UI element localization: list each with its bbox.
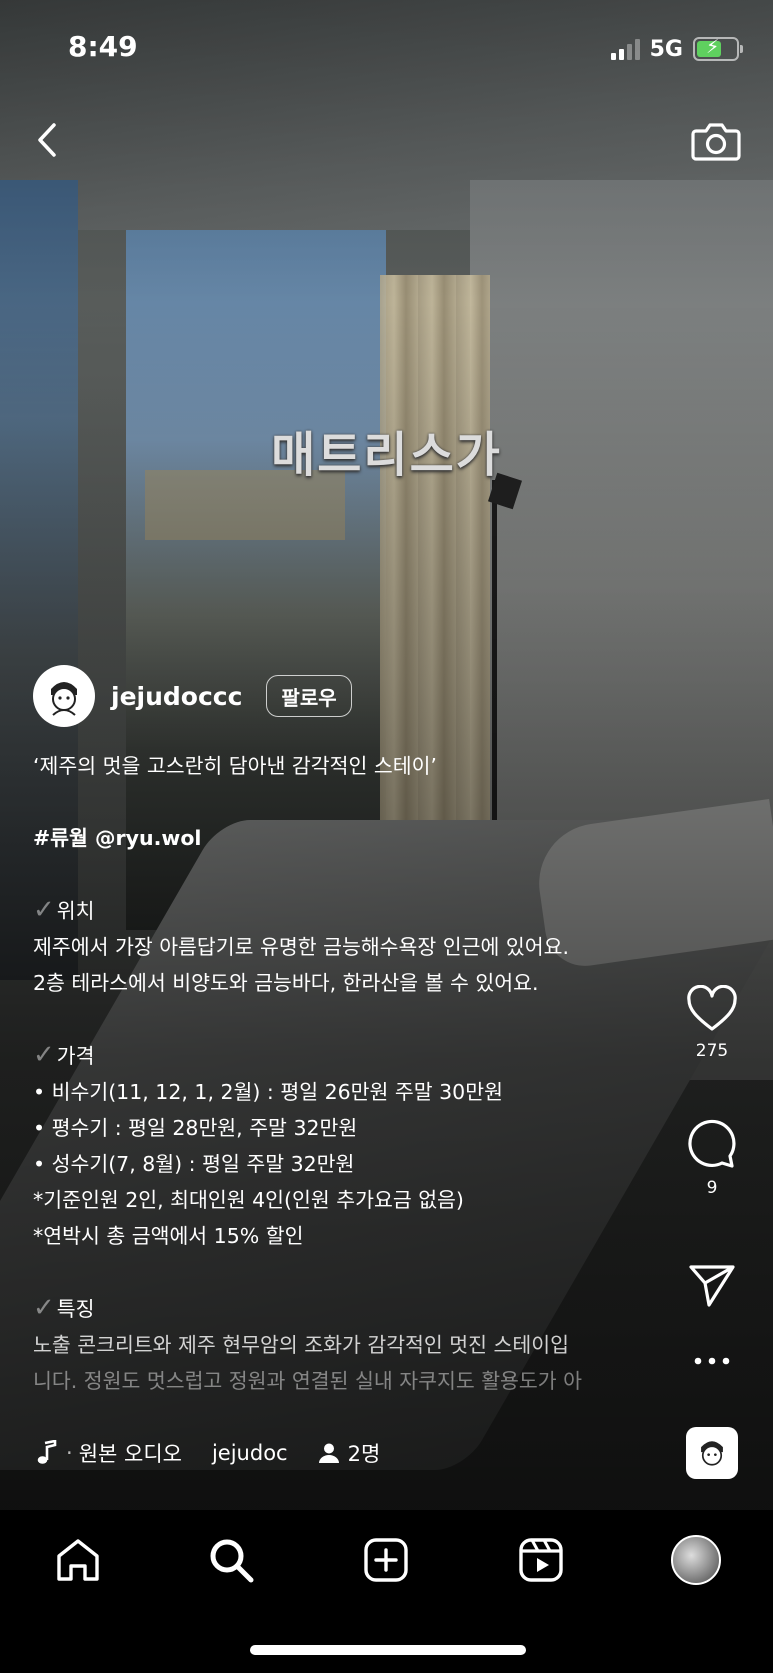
music-note-icon [37, 1440, 57, 1464]
more-button[interactable] [672, 1355, 752, 1367]
search-icon [210, 1539, 254, 1583]
caption[interactable]: ‘제주의 멋을 고스란히 담아낸 감각적인 스테이’ #류월 @ryu.wol … [33, 748, 633, 1399]
paper-plane-icon [689, 1265, 735, 1307]
nav-home[interactable] [50, 1532, 106, 1588]
chevron-left-icon [38, 123, 56, 157]
tagged-people[interactable]: 2명 [318, 1438, 381, 1468]
caption-feature-line: 니다. 정원도 멋스럽고 정원과 연결된 실내 자쿠지도 활용도가 아 [33, 1369, 583, 1393]
caption-price-item: • 비수기(11, 12, 1, 2월) : 평일 26만원 주말 30만원 [33, 1080, 503, 1104]
comment-count[interactable]: 9 [707, 1178, 718, 1198]
more-icon [694, 1357, 730, 1365]
author-username[interactable]: jejudoccc [111, 682, 242, 711]
avatar-illustration-icon [51, 682, 77, 716]
camera-button[interactable] [690, 115, 742, 167]
nav-create[interactable] [358, 1532, 414, 1588]
caption-price-item: • 성수기(7, 8월) : 평일 주말 32만원 [33, 1152, 355, 1176]
person-icon [318, 1443, 339, 1463]
heart-icon [687, 985, 737, 1031]
comment-button[interactable]: 9 [672, 1118, 752, 1198]
follow-button[interactable]: 팔로우 [266, 675, 352, 717]
back-button[interactable] [30, 115, 70, 165]
checkmark-icon: ✓ [33, 895, 55, 925]
checkmark-icon: ✓ [33, 1040, 55, 1070]
caption-feature-heading: ✓특징 [33, 1293, 95, 1323]
comment-icon [688, 1119, 736, 1168]
plus-square-icon [364, 1538, 408, 1582]
like-button[interactable]: 275 [672, 985, 752, 1061]
share-button[interactable] [672, 1263, 752, 1309]
audio-username[interactable]: jejudoc [212, 1441, 288, 1465]
home-icon [57, 1539, 99, 1581]
caption-tagline: ‘제주의 멋을 고스란히 담아낸 감각적인 스테이’ [33, 754, 437, 778]
home-indicator [250, 1645, 526, 1655]
nav-search[interactable] [203, 1532, 259, 1588]
reel-screen: 8:49 5G ⚡ 매트리스가 jejudoccc 팔로우 ‘제주의 멋을 고스… [0, 0, 773, 1673]
network-label: 5G [649, 36, 683, 62]
caption-tags[interactable]: #류월 @ryu.wol [33, 820, 633, 856]
audio-thumbnail[interactable] [686, 1427, 738, 1479]
camera-icon [691, 123, 741, 161]
caption-location-heading: ✓위치 [33, 895, 95, 925]
audio-row[interactable]: · 원본 오디오 jejudoc 2명 [36, 1438, 380, 1468]
author-row: jejudoccc 팔로우 [33, 665, 352, 727]
caption-location-line: 2층 테라스에서 비양도와 금능바다, 한라산을 볼 수 있어요. [33, 971, 539, 995]
audio-label[interactable]: 원본 오디오 [79, 1438, 182, 1468]
audio-separator: · [66, 1441, 73, 1465]
nav-profile[interactable] [668, 1532, 724, 1588]
status-indicators: 5G ⚡ [610, 34, 743, 64]
audio-avatar-icon [701, 1441, 723, 1466]
tagged-people-count: 2명 [347, 1442, 381, 1466]
author-avatar[interactable] [33, 665, 95, 727]
caption-price-note: *기준인원 2인, 최대인원 4인(인원 추가요금 없음) [33, 1188, 464, 1212]
caption-location-line: 제주에서 가장 아름답기로 유명한 금능해수욕장 인근에 있어요. [33, 935, 569, 959]
caption-price-note: *연박시 총 금액에서 15% 할인 [33, 1224, 304, 1248]
video-overlay-text: 매트리스가 [271, 427, 502, 483]
reels-icon [519, 1538, 563, 1582]
nav-reels[interactable] [513, 1532, 569, 1588]
battery-icon: ⚡ [693, 36, 743, 61]
checkmark-icon: ✓ [33, 1293, 55, 1323]
profile-avatar-icon [671, 1535, 721, 1585]
caption-price-item: • 평수기 : 평일 28만원, 주말 32만원 [33, 1116, 358, 1140]
like-count[interactable]: 275 [696, 1041, 728, 1061]
caption-price-heading: ✓가격 [33, 1040, 95, 1070]
caption-feature-line: 노출 콘크리트와 제주 현무암의 조화가 감각적인 멋진 스테이입 [33, 1333, 569, 1357]
signal-icon [610, 38, 640, 60]
status-time: 8:49 [68, 30, 138, 63]
